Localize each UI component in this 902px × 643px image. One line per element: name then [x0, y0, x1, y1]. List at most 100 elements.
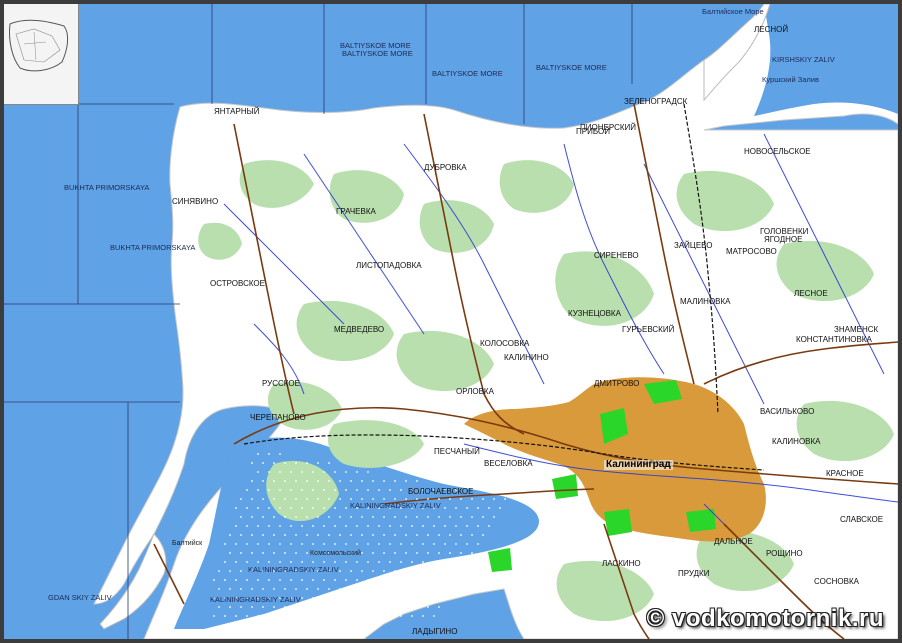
- lagoon-dot: [240, 606, 242, 608]
- lagoon-dot: [290, 579, 292, 581]
- lagoon-dot: [493, 498, 495, 500]
- lagoon-dot: [356, 597, 358, 599]
- lagoon-dot: [383, 552, 385, 554]
- lagoon-dot: [361, 588, 363, 590]
- lagoon-dot: [433, 561, 435, 563]
- lagoon-dot: [345, 489, 347, 491]
- lagoon-dot: [345, 561, 347, 563]
- lagoon-dot: [301, 507, 303, 509]
- lagoon-dot: [389, 615, 391, 617]
- lagoon-dot: [416, 606, 418, 608]
- lagoon-dot: [257, 543, 259, 545]
- lagoon-dot: [444, 525, 446, 527]
- lagoon-dot: [334, 525, 336, 527]
- lagoon-dot: [334, 561, 336, 563]
- lagoon-dot: [400, 525, 402, 527]
- lagoon-dot: [350, 588, 352, 590]
- lagoon-dot: [301, 579, 303, 581]
- lagoon-dot: [246, 507, 248, 509]
- lagoon-dot: [438, 534, 440, 536]
- lagoon-dot: [383, 480, 385, 482]
- lagoon-dot: [400, 579, 402, 581]
- lagoon-dot: [460, 570, 462, 572]
- place-prudki: ПРУДКИ: [678, 569, 710, 578]
- lagoon-dot: [257, 471, 259, 473]
- lagoon-dot: [268, 561, 270, 563]
- lagoon-dot: [416, 552, 418, 554]
- map-viewport[interactable]: BALTIYSKOE MORE BALTIYSKOE MORE BALTIYSK…: [4, 4, 898, 639]
- lagoon-dot: [411, 597, 413, 599]
- lagoon-dot: [262, 606, 264, 608]
- lagoon-dot: [301, 489, 303, 491]
- lagoon-dot: [323, 615, 325, 617]
- watermark: © vodkomotornik.ru: [646, 605, 884, 632]
- lagoon-dot: [460, 552, 462, 554]
- lagoon-dot: [240, 552, 242, 554]
- lagoon-dot: [383, 570, 385, 572]
- lagoon-dot: [339, 570, 341, 572]
- lagoon-dot: [251, 588, 253, 590]
- lagoon-dot: [433, 543, 435, 545]
- lagoon-dot: [405, 606, 407, 608]
- lagoon-dot: [262, 516, 264, 518]
- place-sinyavino: СИНЯВИНО: [172, 197, 219, 206]
- place-znamensk: ЗНАМЕНСК: [834, 325, 879, 334]
- lagoon-dot: [433, 615, 435, 617]
- lagoon-dot: [367, 561, 369, 563]
- lagoon-dot: [427, 570, 429, 572]
- overview-inset-canvas: [4, 4, 78, 104]
- lagoon-dot: [427, 606, 429, 608]
- lagoon-dot: [279, 543, 281, 545]
- lagoon-dot: [482, 498, 484, 500]
- lagoon-dot: [334, 507, 336, 509]
- lagoon-dot: [361, 552, 363, 554]
- lagoon-dot: [246, 489, 248, 491]
- sea-label-4: BALTIYSKOE MORE: [536, 63, 607, 72]
- lagoon-dot: [367, 489, 369, 491]
- lagoon-dot: [345, 597, 347, 599]
- lagoon-dot: [240, 516, 242, 518]
- lagoon-dot: [290, 543, 292, 545]
- lagoon-dot: [460, 534, 462, 536]
- lagoon-dot: [383, 588, 385, 590]
- lagoon-dot: [334, 579, 336, 581]
- lagoon-dot: [306, 552, 308, 554]
- lagoon-dot: [438, 588, 440, 590]
- lagoon-dot: [345, 507, 347, 509]
- lagoon-dot: [411, 543, 413, 545]
- lagoon-dot: [400, 543, 402, 545]
- lagoon-dot: [416, 480, 418, 482]
- lagoon-dot: [284, 516, 286, 518]
- lagoon-dot: [284, 480, 286, 482]
- lagoon-dot: [356, 525, 358, 527]
- lagoon-dot: [290, 489, 292, 491]
- place-krasnoe: КРАСНОЕ: [826, 469, 864, 478]
- lagoon-dot: [323, 489, 325, 491]
- map-canvas[interactable]: [4, 4, 898, 639]
- lagoon-dot: [306, 480, 308, 482]
- lagoon-dot: [229, 570, 231, 572]
- lagoon-dot: [251, 516, 253, 518]
- lagoon-dot: [317, 480, 319, 482]
- sea-label-12: KALININGRADSKIY ZALIV: [210, 595, 301, 604]
- lagoon-dot: [378, 543, 380, 545]
- lagoon-dot: [471, 534, 473, 536]
- place-lesnoy: ЛЕСНОЙ: [754, 25, 789, 34]
- sea-label-11: KALININGRADSKIY ZALIV: [248, 565, 339, 574]
- lagoon-dot: [279, 507, 281, 509]
- lagoon-dot: [416, 588, 418, 590]
- lagoon-dot: [367, 543, 369, 545]
- lagoon-dot: [235, 561, 237, 563]
- lagoon-dot: [229, 534, 231, 536]
- sea-label-2: BALTIYSKOE MORE: [342, 49, 413, 58]
- lagoon-dot: [372, 480, 374, 482]
- lagoon-dot: [323, 543, 325, 545]
- place-kalinovka: КАЛИНОВКА: [772, 437, 821, 446]
- sea-label-6: KIRSHSKIY ZALIV: [772, 55, 835, 64]
- lagoon-dot: [218, 570, 220, 572]
- lagoon-dot: [295, 498, 297, 500]
- lagoon-dot: [444, 579, 446, 581]
- lagoon-dot: [345, 471, 347, 473]
- lagoon-dot: [394, 588, 396, 590]
- lagoon-dot: [339, 534, 341, 536]
